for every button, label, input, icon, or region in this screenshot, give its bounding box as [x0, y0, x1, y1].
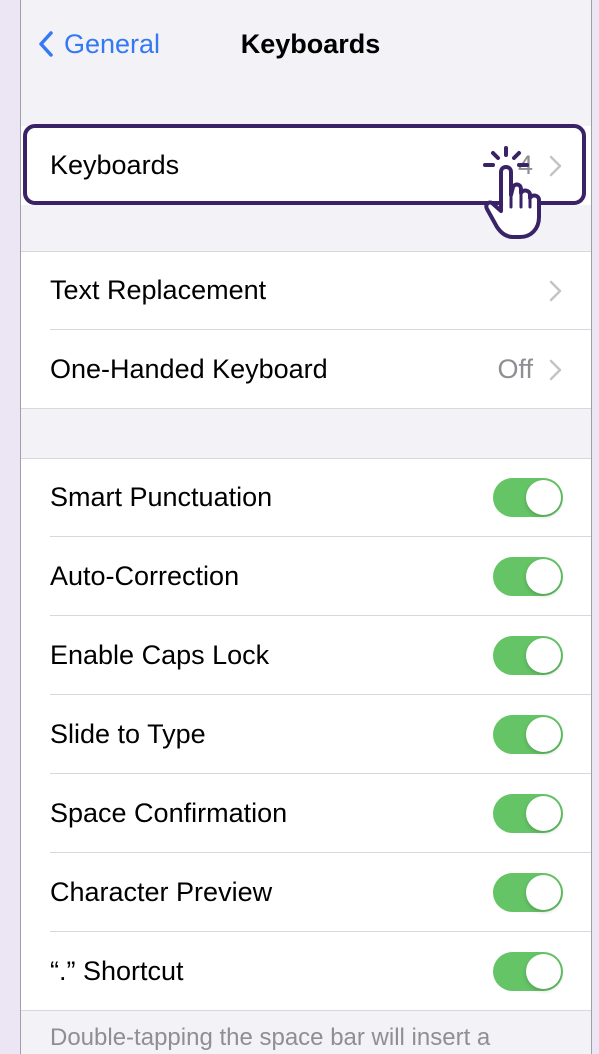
toggle-label: Slide to Type [50, 719, 206, 749]
navigation-bar: General Keyboards [21, 0, 591, 88]
toggle-knob [526, 954, 561, 989]
smart-punctuation-toggle[interactable] [493, 478, 563, 517]
keyboards-row-label: Keyboards [50, 150, 180, 180]
toggle-row-character-preview: Character Preview [21, 853, 591, 932]
toggle-row-auto-correction: Auto-Correction [21, 537, 591, 616]
toggle-label: Enable Caps Lock [50, 640, 270, 670]
text-replacement-row[interactable]: Text Replacement [21, 251, 591, 330]
one-handed-keyboard-label: One-Handed Keyboard [50, 354, 328, 384]
toggle-label: Character Preview [50, 877, 273, 907]
one-handed-keyboard-value: Off [497, 354, 533, 384]
slide-to-type-toggle[interactable] [493, 715, 563, 754]
toggle-row-smart-punctuation: Smart Punctuation [21, 458, 591, 537]
divider [21, 1010, 591, 1011]
character-preview-toggle[interactable] [493, 873, 563, 912]
chevron-right-icon [549, 280, 562, 302]
toggle-knob [526, 480, 561, 515]
toggle-label: Auto-Correction [50, 561, 240, 591]
settings-screen: General Keyboards Keyboards 4 Text Repla… [20, 0, 592, 1054]
toggle-knob [526, 875, 561, 910]
auto-correction-toggle[interactable] [493, 557, 563, 596]
toggle-row-space-confirmation: Space Confirmation [21, 774, 591, 853]
toggle-row-enable-caps-lock: Enable Caps Lock [21, 616, 591, 695]
toggle-row-period-shortcut: “.” Shortcut [21, 932, 591, 1011]
page-title: Keyboards [240, 29, 381, 59]
toggle-row-slide-to-type: Slide to Type [21, 695, 591, 774]
toggle-label: Space Confirmation [50, 798, 288, 828]
enable-caps-lock-toggle[interactable] [493, 636, 563, 675]
period-shortcut-toggle[interactable] [493, 952, 563, 991]
keyboards-count: 4 [517, 150, 533, 180]
toggle-label: Smart Punctuation [50, 482, 273, 512]
space-confirmation-toggle[interactable] [493, 794, 563, 833]
divider [21, 408, 591, 409]
toggle-knob [526, 559, 561, 594]
toggle-label: “.” Shortcut [50, 956, 184, 986]
chevron-right-icon [549, 155, 562, 177]
footer-description: Double-tapping the space bar will insert… [50, 1024, 491, 1051]
text-replacement-label: Text Replacement [50, 275, 267, 305]
toggle-knob [526, 717, 561, 752]
chevron-right-icon [549, 359, 562, 381]
keyboards-row[interactable]: Keyboards 4 [21, 126, 591, 205]
toggle-knob [526, 796, 561, 831]
toggle-knob [526, 638, 561, 673]
one-handed-keyboard-row[interactable]: One-Handed Keyboard Off [21, 330, 591, 409]
